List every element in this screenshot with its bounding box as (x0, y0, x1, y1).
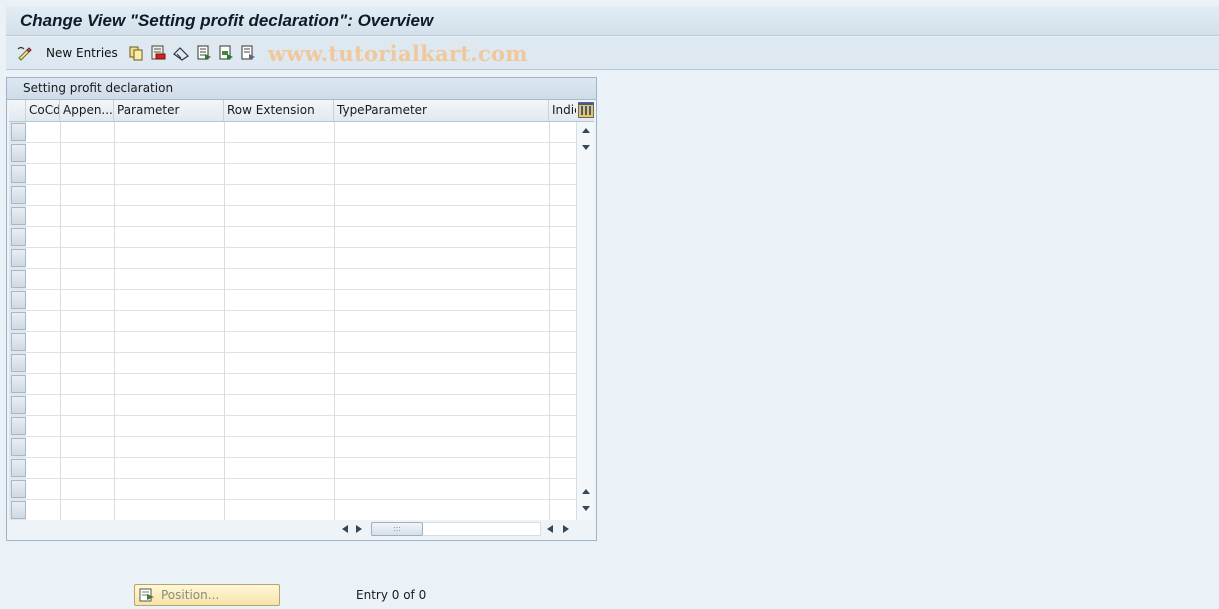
row-selector[interactable] (11, 333, 26, 351)
table-row (26, 289, 576, 290)
table-row (26, 415, 576, 416)
table-row (26, 163, 576, 164)
deselect-all-icon (240, 45, 256, 61)
table-title: Setting profit declaration (7, 78, 596, 100)
table-row (26, 226, 576, 227)
vertical-scrollbar[interactable] (576, 122, 594, 520)
scroll-column-right-icon[interactable] (562, 525, 570, 533)
row-selector[interactable] (11, 312, 26, 330)
title-bar: Change View "Setting profit declaration"… (6, 6, 1219, 36)
entry-count-text: Entry 0 of 0 (356, 588, 427, 602)
data-table: CoCd Appen... Parameter Row Extension Ty… (9, 100, 594, 520)
column-header-appendix[interactable]: Appen... (60, 100, 114, 121)
undo-change-button[interactable] (172, 45, 190, 61)
deselect-all-button[interactable] (240, 45, 256, 61)
select-all-icon (196, 45, 212, 61)
row-selector[interactable] (11, 207, 26, 225)
new-entries-label: New Entries (46, 46, 118, 60)
row-selector[interactable] (11, 354, 26, 372)
scroll-column-left-icon[interactable] (546, 525, 554, 533)
row-selector[interactable] (11, 270, 26, 288)
watermark-text: www.tutorialkart.com (267, 40, 528, 66)
column-header-row-extension[interactable]: Row Extension (224, 100, 334, 121)
row-selector[interactable] (11, 459, 26, 477)
scroll-right-icon[interactable] (355, 525, 363, 533)
column-divider (60, 122, 61, 520)
copy-icon (128, 45, 144, 61)
column-divider (549, 122, 550, 520)
scroll-up-icon[interactable] (581, 126, 591, 134)
row-selector[interactable] (11, 438, 26, 456)
table-row (26, 205, 576, 206)
row-selector[interactable] (11, 375, 26, 393)
row-selector[interactable] (11, 144, 26, 162)
scroll-thumb[interactable]: ::: (371, 522, 423, 536)
scroll-page-up-icon[interactable] (581, 487, 591, 495)
row-selector[interactable] (11, 417, 26, 435)
table-row (26, 352, 576, 353)
column-divider (224, 122, 225, 520)
table-row (26, 184, 576, 185)
scroll-down-icon[interactable] (581, 144, 591, 152)
column-header-parameter[interactable]: Parameter (114, 100, 224, 121)
window-title: Change View "Setting profit declaration"… (20, 10, 434, 30)
table-row (26, 310, 576, 311)
column-divider (114, 122, 115, 520)
table-settings-icon (578, 102, 594, 121)
delete-button[interactable] (150, 45, 166, 61)
scroll-page-down-icon[interactable] (581, 505, 591, 513)
table-row (26, 499, 576, 500)
row-selector[interactable] (11, 501, 26, 519)
table-row (26, 247, 576, 248)
table-row (26, 394, 576, 395)
row-selector[interactable] (11, 291, 26, 309)
delete-icon (150, 45, 166, 61)
new-entries-button[interactable]: New Entries (40, 46, 122, 60)
table-header: CoCd Appen... Parameter Row Extension Ty… (9, 100, 594, 122)
table-row (26, 268, 576, 269)
select-block-button[interactable] (218, 45, 234, 61)
column-divider (334, 122, 335, 520)
row-selector-column (9, 122, 26, 520)
row-selector[interactable] (11, 165, 26, 183)
select-all-button[interactable] (196, 45, 212, 61)
undo-icon (172, 45, 190, 61)
application-toolbar: New Entries www.tutorialkart.com (6, 37, 1219, 70)
column-settings-button[interactable] (578, 102, 594, 118)
row-selector[interactable] (11, 480, 26, 498)
scroll-left-icon[interactable] (341, 525, 349, 533)
table-row (26, 142, 576, 143)
column-header-cocd[interactable]: CoCd (26, 100, 60, 121)
position-button[interactable]: Position... (134, 584, 280, 606)
display-change-button[interactable] (16, 45, 34, 61)
table-row (26, 436, 576, 437)
row-selector[interactable] (11, 396, 26, 414)
table-panel: Setting profit declaration CoCd Appen...… (6, 77, 597, 541)
table-row (26, 457, 576, 458)
select-all-rows-corner[interactable] (9, 100, 26, 121)
position-button-label: Position... (161, 588, 220, 602)
select-block-icon (218, 45, 234, 61)
table-row (26, 331, 576, 332)
horizontal-scrollbar[interactable]: ::: (333, 520, 578, 538)
row-selector[interactable] (11, 249, 26, 267)
column-header-type-parameter[interactable]: TypeParameter (334, 100, 549, 121)
row-selector[interactable] (11, 228, 26, 246)
table-row (26, 373, 576, 374)
column-header-indicator[interactable]: Indic (549, 100, 576, 121)
copy-as-button[interactable] (128, 45, 144, 61)
table-row (26, 478, 576, 479)
pencil-glasses-icon (16, 45, 34, 61)
row-selector[interactable] (11, 186, 26, 204)
row-selector[interactable] (11, 123, 26, 141)
